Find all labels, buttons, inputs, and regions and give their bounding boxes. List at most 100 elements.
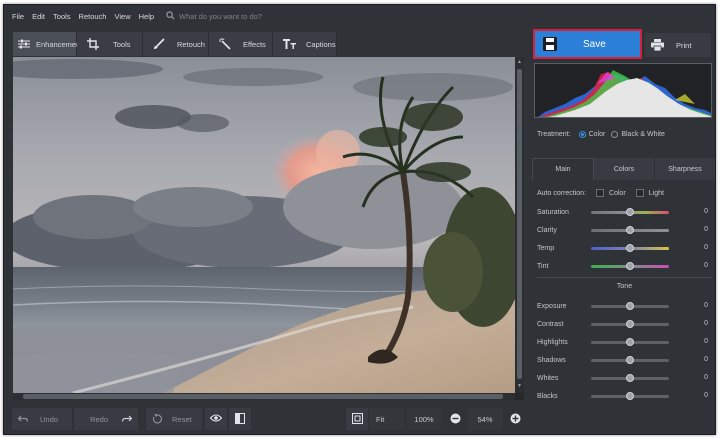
menu-bar: File Edit Tools Retouch View Help xyxy=(4,5,715,27)
slider-handle[interactable] xyxy=(626,302,634,310)
tab-captions[interactable]: Captions xyxy=(273,32,337,56)
print-button[interactable]: Print xyxy=(645,33,711,57)
slider-highlights: Highlights 0 xyxy=(537,333,712,351)
treatment-bw-radio[interactable] xyxy=(611,131,619,138)
scroll-down-icon[interactable]: ▼ xyxy=(516,383,523,389)
slider-label: Temp xyxy=(537,244,555,252)
treatment-bw-label[interactable]: Black & White xyxy=(621,131,665,138)
zoom-100-button[interactable]: 100% xyxy=(407,408,441,430)
subtab-sharpness[interactable]: Sharpness xyxy=(655,158,715,180)
brush-icon xyxy=(153,38,165,50)
zoom-in-button[interactable] xyxy=(504,408,526,430)
adjustments-panel: Save Print Treatment: Color Black & Whit… xyxy=(527,27,715,434)
slider-handle[interactable] xyxy=(626,226,634,234)
auto-color-checkbox[interactable] xyxy=(596,189,605,197)
slider-value: 0 xyxy=(704,244,708,251)
zoom-out-button[interactable] xyxy=(444,408,466,430)
slider-label: Blacks xyxy=(537,392,558,400)
menu-edit[interactable]: Edit xyxy=(32,12,45,21)
slider-handle[interactable] xyxy=(626,262,634,270)
image-canvas[interactable]: ▲ ▼ xyxy=(13,57,524,400)
vertical-scrollbar[interactable]: ▲ ▼ xyxy=(515,57,524,393)
fit-view-button[interactable] xyxy=(346,408,368,430)
menu-help[interactable]: Help xyxy=(139,12,154,21)
slider-value: 0 xyxy=(704,392,708,399)
tab-tools[interactable]: Tools xyxy=(77,32,143,56)
undo-button[interactable]: Undo xyxy=(12,408,72,430)
slider-value: 0 xyxy=(704,226,708,233)
slider-handle[interactable] xyxy=(626,244,634,252)
slider-value: 0 xyxy=(704,374,708,381)
horizontal-scrollbar[interactable] xyxy=(13,393,515,400)
bottom-bar: Undo Redo Reset Fit 100% 54% xyxy=(4,404,526,434)
reset-icon xyxy=(152,414,162,424)
crop-icon xyxy=(87,38,99,50)
redo-icon xyxy=(122,415,132,423)
slider-label: Highlights xyxy=(537,338,568,346)
slider-label: Exposure xyxy=(537,302,567,310)
save-button[interactable]: Save xyxy=(533,29,642,59)
beach-photo[interactable] xyxy=(13,57,515,393)
slider-label: Contrast xyxy=(537,320,564,328)
auto-light-checkbox[interactable] xyxy=(635,189,644,197)
auto-correction-label: Auto correction: xyxy=(537,189,587,197)
slider-handle[interactable] xyxy=(626,320,634,328)
search-icon xyxy=(166,10,175,22)
menu-tools[interactable]: Tools xyxy=(53,12,71,21)
subtab-main[interactable]: Main xyxy=(532,158,594,180)
auto-color-label[interactable]: Color xyxy=(609,190,626,197)
menu-search xyxy=(166,10,320,22)
auto-light-label[interactable]: Light xyxy=(649,190,664,197)
slider-handle[interactable] xyxy=(626,338,634,346)
tab-enhancement[interactable]: Enhancement xyxy=(13,32,82,56)
menu-file[interactable]: File xyxy=(12,12,24,21)
redo-button[interactable]: Redo xyxy=(74,408,138,430)
slider-blacks: Blacks 0 xyxy=(537,387,712,405)
preview-toggle-button[interactable] xyxy=(205,408,227,430)
reset-button[interactable]: Reset xyxy=(146,408,202,430)
printer-icon xyxy=(651,39,664,51)
subtab-colors[interactable]: Colors xyxy=(594,158,655,180)
app-window: File Edit Tools Retouch View Help Enhanc… xyxy=(3,4,716,435)
compare-icon xyxy=(235,412,245,426)
scroll-up-icon[interactable]: ▲ xyxy=(516,59,523,65)
fit-label-button[interactable]: Fit xyxy=(370,408,404,430)
slider-handle[interactable] xyxy=(626,356,634,364)
compare-button[interactable] xyxy=(229,408,251,430)
slider-saturation: Saturation 0 xyxy=(537,203,712,221)
zoom-100-label: 100% xyxy=(414,414,434,424)
slider-value: 0 xyxy=(704,302,708,309)
tab-effects-label: Effects xyxy=(243,39,266,49)
tab-effects[interactable]: Effects xyxy=(209,32,273,56)
minus-circle-icon xyxy=(450,413,461,426)
fit-label: Fit xyxy=(376,414,385,424)
slider-temp: Temp 0 xyxy=(537,239,712,257)
treatment-group: Treatment: Color Black & White xyxy=(537,131,665,138)
menu-retouch[interactable]: Retouch xyxy=(79,12,107,21)
slider-handle[interactable] xyxy=(626,208,634,216)
vertical-scroll-thumb[interactable] xyxy=(517,69,522,379)
slider-value: 0 xyxy=(704,356,708,363)
search-input[interactable] xyxy=(179,11,320,21)
auto-correction-group: Auto correction: Color Light xyxy=(537,189,664,197)
treatment-label: Treatment: xyxy=(537,131,571,138)
slider-handle[interactable] xyxy=(626,374,634,382)
zoom-value-label: 54% xyxy=(477,414,493,424)
menu-view[interactable]: View xyxy=(114,12,130,21)
slider-contrast: Contrast 0 xyxy=(537,315,712,333)
slider-clarity: Clarity 0 xyxy=(537,221,712,239)
undo-icon xyxy=(18,415,28,423)
slider-value: 0 xyxy=(704,208,708,215)
zoom-value[interactable]: 54% xyxy=(468,408,502,430)
save-label: Save xyxy=(583,38,606,50)
slider-value: 0 xyxy=(704,338,708,345)
treatment-color-radio[interactable] xyxy=(578,131,586,138)
horizontal-scroll-thumb[interactable] xyxy=(23,394,503,399)
slider-exposure: Exposure 0 xyxy=(537,297,712,315)
treatment-color-label[interactable]: Color xyxy=(589,131,606,138)
tone-heading: Tone xyxy=(537,275,712,297)
slider-label: Shadows xyxy=(537,356,566,364)
tab-retouch[interactable]: Retouch xyxy=(143,32,209,56)
sliders-icon xyxy=(18,39,30,49)
slider-handle[interactable] xyxy=(626,392,634,400)
